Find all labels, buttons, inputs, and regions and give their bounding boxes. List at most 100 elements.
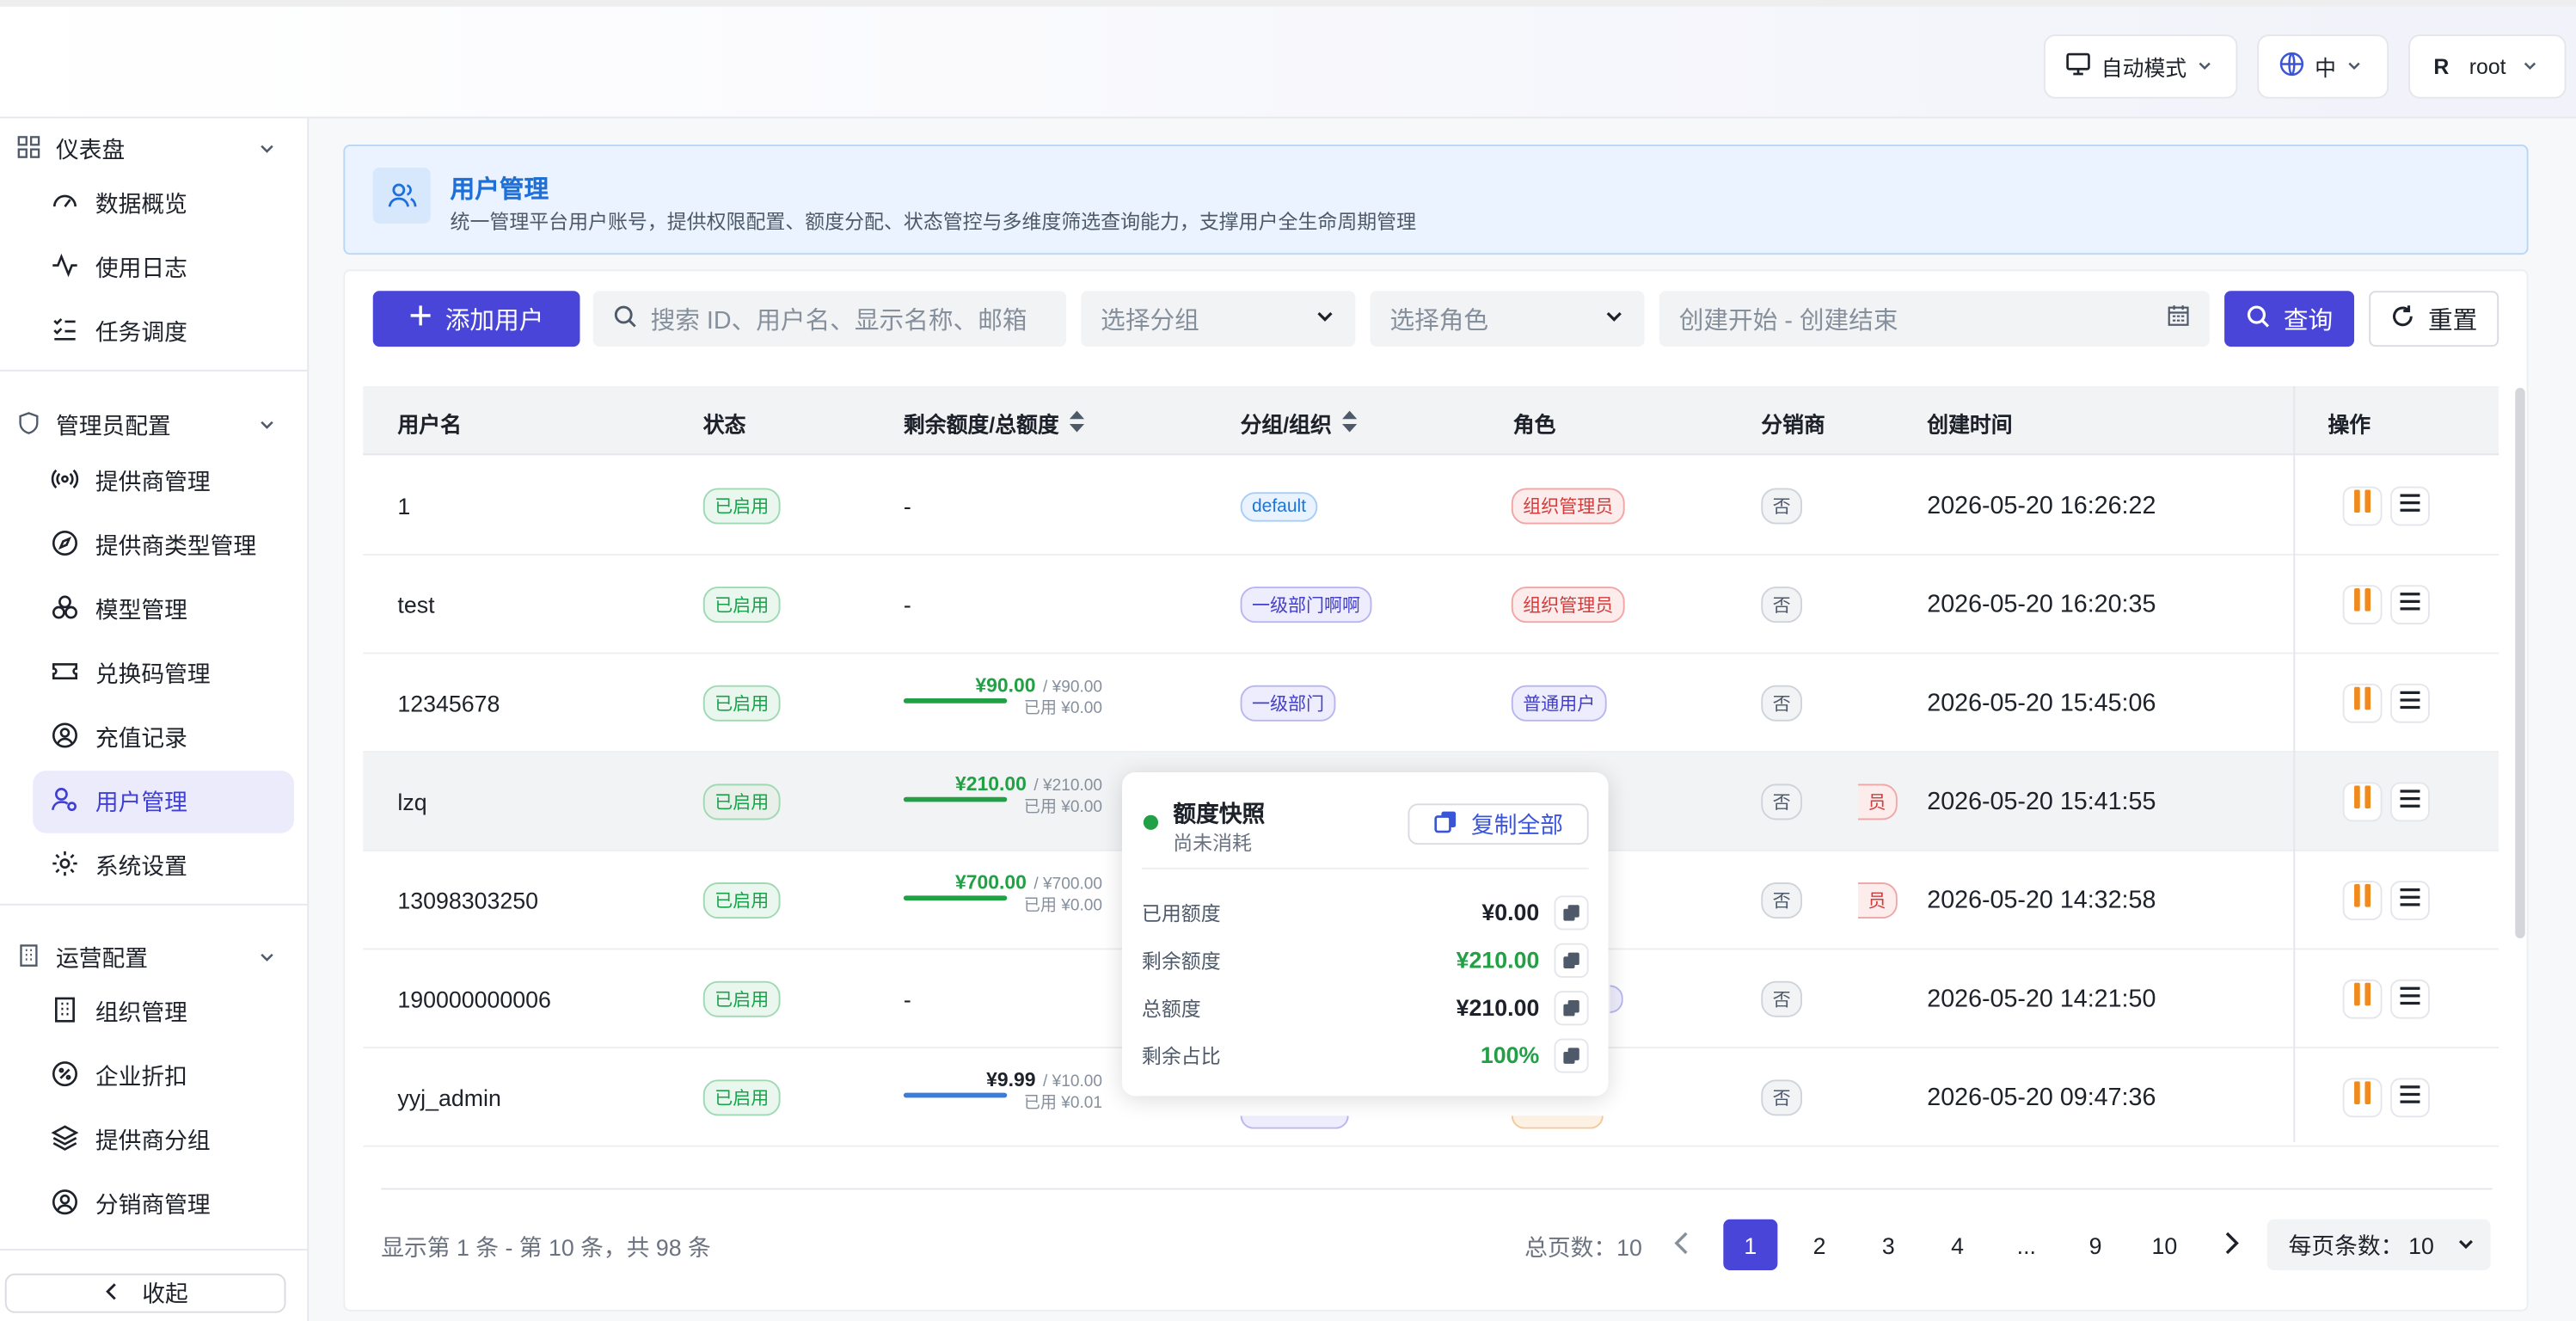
language-button[interactable]: 中 [2257, 34, 2389, 99]
sidebar-item-model[interactable]: 模型管理 [33, 579, 294, 642]
sidebar-group-ops[interactable]: 运营配置 [16, 942, 276, 974]
checklist-icon [51, 316, 78, 348]
add-user-button[interactable]: 添加用户 [372, 291, 580, 347]
date-range-input[interactable]: 创建开始 - 创建结束 [1659, 291, 2210, 347]
ticket-icon [51, 657, 78, 690]
next-page-button[interactable] [2205, 1220, 2259, 1270]
table-row[interactable]: test 已启用 - 一级部门啊啊 组织管理员 否 2026-05-20 16:… [363, 556, 2499, 654]
collapse-sidebar-button[interactable]: 收起 [4, 1273, 286, 1313]
chevron-right-icon [2224, 1230, 2239, 1259]
sidebar-item-organization[interactable]: 组织管理 [33, 981, 294, 1044]
column-header-group[interactable]: 分组/组织 [1241, 408, 1357, 439]
gear-icon [51, 850, 78, 882]
cell-quota[interactable]: ¥700.00 / ¥700.00 已用 ¥0.00 [903, 870, 1102, 917]
sort-icon[interactable] [1341, 409, 1357, 437]
page-button-9[interactable]: 9 [2069, 1220, 2123, 1270]
cell-created-time: 2026-05-20 16:20:35 [1927, 589, 2156, 618]
sidebar-item-task-schedule[interactable]: 任务调度 [33, 301, 294, 364]
avatar: R [2433, 54, 2450, 79]
sidebar: 仪表盘 数据概览 使用日志 任务调度 管理员配置 提供商管理 提供商类型管理 模… [0, 118, 310, 1321]
sidebar-item-label: 数据概览 [95, 190, 187, 218]
search-input[interactable]: 搜索 ID、用户名、显示名称、邮箱 [592, 291, 1067, 347]
quota-total: / ¥10.00 [1042, 1072, 1103, 1091]
cell-quota[interactable]: ¥90.00 / ¥90.00 已用 ¥0.00 [903, 673, 1102, 719]
reset-label: 重置 [2427, 306, 2478, 335]
copy-icon[interactable] [1554, 990, 1589, 1025]
cell-created-time: 2026-05-20 14:21:50 [1927, 984, 2156, 1012]
sort-icon[interactable] [1069, 409, 1084, 437]
table-row[interactable]: 1 已启用 - default 组织管理员 否 2026-05-20 16:26… [363, 457, 2499, 556]
copy-icon[interactable] [1554, 942, 1589, 977]
chevron-left-icon [102, 1280, 119, 1306]
page-button-1[interactable]: 1 [1723, 1219, 1778, 1270]
sidebar-group-label: 运营配置 [55, 944, 148, 972]
cell-username: 13098303250 [397, 886, 539, 913]
role-select-placeholder: 选择角色 [1389, 306, 1489, 335]
sidebar-item-redeem-code[interactable]: 兑换码管理 [33, 642, 294, 705]
sidebar-item-usage-log[interactable]: 使用日志 [33, 237, 294, 299]
cell-quota[interactable]: ¥210.00 / ¥210.00 已用 ¥0.00 [903, 772, 1102, 818]
page-size-select[interactable]: 每页条数： 10 [2266, 1219, 2491, 1270]
popover-row-used: 已用额度 ¥0.00 [1142, 894, 1589, 930]
sidebar-item-distributor[interactable]: 分销商管理 [33, 1173, 294, 1236]
user-menu-button[interactable]: R root [2408, 34, 2567, 99]
role-tag: 组织管理员 [1511, 487, 1625, 524]
page-button-4[interactable]: 4 [1930, 1220, 1984, 1270]
footer-divider [381, 1188, 2493, 1190]
page-size-value: 10 [2408, 1232, 2434, 1258]
page-button-2[interactable]: 2 [1793, 1220, 1847, 1270]
sidebar-divider [0, 1249, 308, 1251]
sidebar-item-provider-type[interactable]: 提供商类型管理 [33, 514, 294, 577]
status-badge: 已启用 [702, 882, 781, 919]
status-dot [1143, 814, 1159, 830]
page-button-10[interactable]: 10 [2137, 1220, 2192, 1270]
query-button[interactable]: 查询 [2224, 291, 2355, 347]
copy-all-button[interactable]: 复制全部 [1408, 803, 1589, 845]
sidebar-item-system-settings[interactable]: 系统设置 [33, 835, 294, 898]
sidebar-item-discount[interactable]: 企业折扣 [33, 1045, 294, 1108]
table-row[interactable]: 12345678 已启用 ¥90.00 / ¥90.00 已用 ¥0.00 一级… [363, 654, 2499, 753]
sidebar-item-user-management[interactable]: 用户管理 [33, 771, 295, 833]
popover-title: 额度快照 [1173, 800, 1266, 827]
sidebar-group-label: 仪表盘 [55, 136, 126, 163]
sidebar-item-label: 提供商管理 [95, 468, 211, 495]
copy-icon[interactable] [1554, 1037, 1589, 1072]
column-header-quota[interactable]: 剩余额度/总额度 [904, 408, 1084, 439]
sidebar-group-admin[interactable]: 管理员配置 [16, 409, 276, 442]
sidebar-item-data-overview[interactable]: 数据概览 [33, 173, 294, 236]
shield-icon [16, 411, 41, 440]
reset-button[interactable]: 重置 [2369, 291, 2499, 347]
broadcast-icon [51, 465, 79, 498]
copy-icon[interactable] [1554, 894, 1589, 930]
sidebar-item-recharge[interactable]: 充值记录 [33, 707, 294, 770]
activity-icon [51, 251, 78, 284]
cell-username: 12345678 [397, 689, 500, 716]
quota-remaining: ¥700.00 [954, 870, 1027, 894]
page-button-3[interactable]: 3 [1861, 1220, 1916, 1270]
top-bar: 自动模式 中 R root [0, 0, 2576, 119]
sidebar-group-dashboard[interactable]: 仪表盘 [16, 133, 276, 166]
prev-page-button[interactable] [1654, 1220, 1708, 1270]
sidebar-item-provider-group[interactable]: 提供商分组 [33, 1109, 294, 1172]
sidebar-item-provider[interactable]: 提供商管理 [33, 451, 294, 513]
group-select[interactable]: 选择分组 [1081, 291, 1356, 347]
chevron-down-icon [1604, 304, 1625, 332]
status-badge: 已启用 [702, 1078, 781, 1115]
role-select[interactable]: 选择角色 [1370, 291, 1645, 347]
chevron-down-icon [258, 945, 276, 972]
pagination-summary: 显示第 1 条 - 第 10 条，共 98 条 [381, 1233, 711, 1261]
table-scrollbar[interactable] [2515, 387, 2525, 939]
sidebar-item-label: 充值记录 [95, 724, 187, 752]
theme-mode-button[interactable]: 自动模式 [2043, 34, 2238, 99]
date-range-placeholder: 创建开始 - 创建结束 [1678, 306, 1898, 335]
role-tag: 组织管理员 [1511, 586, 1625, 623]
search-placeholder: 搜索 ID、用户名、显示名称、邮箱 [650, 306, 1027, 335]
cell-quota[interactable]: ¥9.99 / ¥10.00 已用 ¥0.01 [903, 1068, 1103, 1114]
cell-created-time: 2026-05-20 14:32:58 [1927, 885, 2156, 914]
user-circle-icon [51, 722, 78, 754]
cell-username: yyj_admin [397, 1084, 501, 1110]
page-ellipsis[interactable]: ... [1999, 1220, 2053, 1270]
role-tag-partial [1610, 984, 1623, 1012]
users-icon [372, 167, 431, 224]
gauge-icon [51, 187, 78, 220]
